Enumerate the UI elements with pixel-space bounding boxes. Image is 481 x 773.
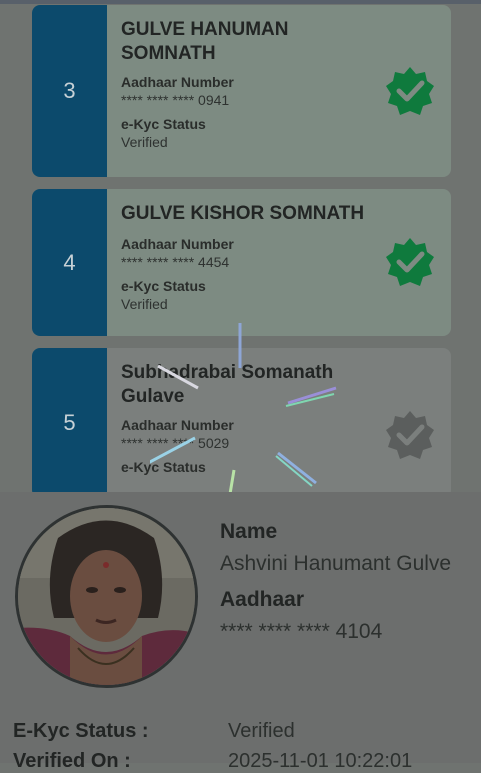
detail-sheet: Name Ashvini Hanumant Gulve Aadhaar ****… bbox=[0, 492, 481, 772]
verified-on-label: Verified On : bbox=[13, 750, 131, 772]
card-name: GULVE KISHOR SOMNATH bbox=[121, 203, 365, 224]
verified-badge-icon bbox=[386, 238, 434, 286]
profile-photo bbox=[15, 505, 198, 688]
name-value: Ashvini Hanumant Gulve bbox=[220, 552, 452, 575]
card-number: 5 bbox=[32, 348, 107, 498]
ekyc-label: e-Kyc Status bbox=[121, 116, 206, 132]
aadhaar-label: Aadhaar bbox=[220, 588, 305, 611]
beneficiary-card[interactable]: 3 GULVE HANUMAN SOMNATH Aadhaar Number *… bbox=[32, 5, 451, 177]
ekyc-status-value: Verified bbox=[228, 720, 295, 742]
card-number: 3 bbox=[32, 5, 107, 177]
verified-badge-icon bbox=[386, 67, 434, 115]
ekyc-status-label: E-Kyc Status : bbox=[13, 720, 149, 742]
verified-on-value: 2025-11-01 10:22:01 bbox=[228, 750, 413, 772]
ekyc-value: Verified bbox=[121, 134, 168, 150]
person-photo-icon bbox=[18, 508, 195, 685]
card-name: GULVE HANUMAN SOMNATH bbox=[121, 19, 289, 64]
aadhaar-value: **** **** **** 0941 bbox=[121, 92, 230, 108]
unverified-badge-icon bbox=[386, 411, 434, 459]
spinner-icon bbox=[150, 323, 337, 518]
aadhaar-label: Aadhaar Number bbox=[121, 74, 234, 90]
aadhaar-value: **** **** **** 4104 bbox=[220, 620, 383, 643]
beneficiary-card[interactable]: 4 GULVE KISHOR SOMNATH Aadhaar Number **… bbox=[32, 189, 451, 336]
name-label: Name bbox=[220, 520, 278, 543]
ekyc-value: Verified bbox=[121, 296, 168, 312]
top-status-bar bbox=[0, 0, 481, 4]
card-number: 4 bbox=[32, 189, 107, 336]
